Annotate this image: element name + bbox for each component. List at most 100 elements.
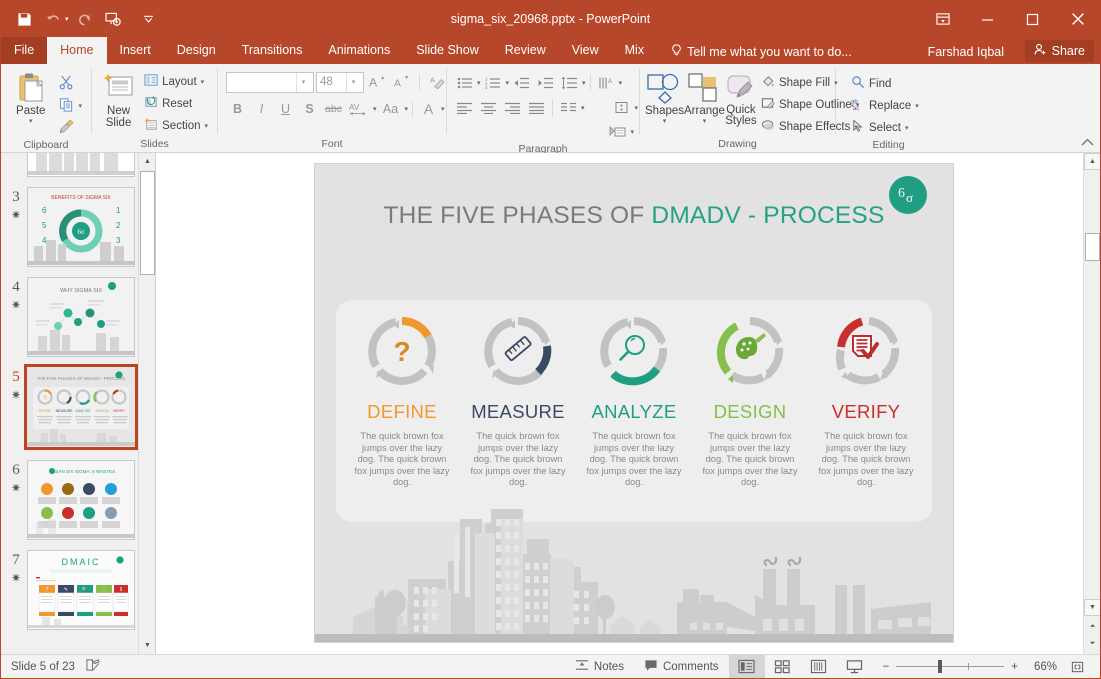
underline-button[interactable]: U (274, 98, 297, 120)
layout-button[interactable]: Layout ▾ (140, 71, 212, 92)
thumbnail-scrollbar[interactable]: ▲ ▼ (138, 153, 155, 654)
align-text-dropdown-icon[interactable]: ▾ (635, 104, 639, 112)
scroll-up-icon[interactable]: ▲ (1084, 153, 1100, 170)
tab-review[interactable]: Review (492, 37, 559, 64)
shapes-dropdown-icon[interactable]: ▾ (663, 117, 667, 125)
slide-sorter-view-button[interactable] (765, 655, 801, 678)
close-button[interactable] (1055, 1, 1100, 37)
phase-verify[interactable]: VERIFY The quick brown fox jumps over th… (808, 306, 924, 522)
notes-button[interactable]: Notes (565, 655, 634, 678)
font-name-dropdown-icon[interactable]: ▾ (296, 73, 310, 92)
zoom-slider-handle[interactable] (938, 660, 942, 673)
section-dropdown-icon[interactable]: ▾ (204, 122, 208, 130)
align-text-button[interactable] (611, 97, 634, 118)
section-button[interactable]: Section ▾ (140, 115, 212, 136)
slide-show-view-button[interactable] (837, 655, 873, 678)
next-slide-icon[interactable]: ⏷ (1084, 635, 1100, 652)
thumbnail-preview[interactable]: DMAIC ?✎� (27, 550, 135, 630)
bullets-button[interactable] (453, 72, 476, 93)
normal-view-button[interactable] (729, 655, 765, 678)
reading-view-button[interactable] (801, 655, 837, 678)
tab-mix[interactable]: Mix (612, 37, 657, 64)
quick-styles-button[interactable]: Quick Styles (725, 69, 757, 127)
thumbnail-item[interactable]: 2 ✷ (1, 153, 156, 181)
phase-measure[interactable]: MEASURE The quick brown fox jumps over t… (460, 306, 576, 522)
comments-button[interactable]: Comments (634, 655, 729, 678)
select-button[interactable]: Select ▾ (847, 117, 923, 138)
scroll-down-icon[interactable]: ▼ (139, 637, 156, 654)
columns-dropdown-icon[interactable]: ▾ (581, 104, 585, 112)
arrange-button[interactable]: Arrange ▾ (684, 69, 725, 125)
text-shadow-button[interactable]: S (298, 98, 321, 120)
smartart-dropdown-icon[interactable]: ▾ (630, 128, 634, 136)
arrange-dropdown-icon[interactable]: ▾ (703, 117, 707, 125)
tab-insert[interactable]: Insert (107, 37, 164, 64)
thumbnail-preview[interactable]: THE FIVE PHASES OF DMADV - PROCESS ? (24, 364, 138, 450)
tell-me-search[interactable]: Tell me what you want to do... (657, 44, 862, 64)
font-color-dropdown-icon[interactable]: ▾ (441, 105, 445, 113)
zoom-level[interactable]: 66% (1025, 661, 1057, 673)
thumbnail-item[interactable]: 7 ✷ DMAIC (1, 544, 156, 634)
thumbnail-item-selected[interactable]: 5 ✷ THE FIVE PHASES OF DMADV - PROCESS (1, 361, 156, 454)
columns-button[interactable] (557, 97, 580, 118)
paste-dropdown-icon[interactable]: ▾ (29, 117, 33, 125)
copy-dropdown-icon[interactable]: ▾ (78, 102, 82, 110)
font-size-dropdown-icon[interactable]: ▾ (346, 73, 360, 92)
font-size-input[interactable]: 48 ▾ (316, 72, 364, 93)
scroll-down-icon[interactable]: ▼ (1084, 599, 1100, 616)
line-spacing-dropdown-icon[interactable]: ▾ (582, 79, 586, 87)
phase-define[interactable]: ? DEFINE The quick brown fox jumps over … (344, 306, 460, 522)
align-center-button[interactable] (477, 97, 500, 118)
redo-icon[interactable] (72, 7, 98, 31)
tab-view[interactable]: View (559, 37, 612, 64)
bullets-dropdown-icon[interactable]: ▾ (477, 79, 481, 87)
numbering-dropdown-icon[interactable]: ▾ (506, 79, 510, 87)
italic-button[interactable]: I (250, 98, 273, 120)
thumbnail-preview[interactable] (27, 153, 135, 177)
paste-button[interactable]: Paste ▾ (6, 69, 55, 125)
current-slide[interactable]: THE FIVE PHASES OF DMADV - PROCESS 6 σ (314, 163, 954, 643)
fit-slide-to-window-button[interactable] (1064, 660, 1090, 674)
save-icon[interactable] (11, 7, 37, 31)
text-direction-dropdown-icon[interactable]: ▾ (619, 79, 623, 87)
thumbnail-preview[interactable]: BENEFITS OF SIGMA SIX 6σ 654 123 (27, 187, 135, 267)
scroll-up-icon[interactable]: ▲ (139, 153, 156, 170)
thumbnail-preview[interactable]: LEAN SIX SIGMA: 8 WASTES (27, 460, 135, 540)
undo-icon[interactable] (40, 7, 66, 31)
tab-transitions[interactable]: Transitions (229, 37, 316, 64)
reset-button[interactable]: Reset (140, 93, 212, 114)
slide-thumbnail-pane[interactable]: 2 ✷ (1, 153, 156, 654)
font-color-button[interactable]: A (417, 98, 440, 120)
line-spacing-button[interactable] (558, 72, 581, 93)
font-name-input[interactable]: ▾ (226, 72, 314, 93)
undo-dropdown-icon[interactable]: ▾ (65, 15, 69, 23)
slide-title[interactable]: THE FIVE PHASES OF DMADV - PROCESS (315, 202, 953, 230)
previous-slide-icon[interactable]: ⏶ (1084, 618, 1100, 635)
account-name[interactable]: Farshad Iqbal (928, 45, 1004, 59)
minimize-button[interactable] (965, 1, 1010, 37)
phase-analyze[interactable]: ANALYZE The quick brown fox jumps over t… (576, 306, 692, 522)
layout-dropdown-icon[interactable]: ▾ (201, 78, 205, 86)
copy-button[interactable]: ▾ (55, 95, 86, 116)
notes-page-icon[interactable] (85, 658, 101, 675)
new-slide-button[interactable]: New Slide (97, 69, 140, 129)
strikethrough-button[interactable]: abc (322, 98, 345, 120)
thumbnail-item[interactable]: 4 ✷ WHY SIGMA SIX (1, 271, 156, 361)
thumbnail-item[interactable]: 3 ✷ BENEFITS OF SIGMA SIX 6σ 654 (1, 181, 156, 271)
numbering-button[interactable]: 123 (482, 72, 505, 93)
character-spacing-dropdown-icon[interactable]: ▾ (373, 105, 377, 113)
convert-to-smartart-button[interactable] (606, 121, 629, 142)
justify-button[interactable] (525, 97, 548, 118)
find-button[interactable]: Find (847, 73, 923, 94)
increase-indent-button[interactable] (534, 72, 557, 93)
clear-formatting-button[interactable]: A (425, 71, 448, 93)
tab-animations[interactable]: Animations (315, 37, 403, 64)
shapes-button[interactable]: Shapes ▾ (645, 69, 684, 125)
tab-slide-show[interactable]: Slide Show (403, 37, 492, 64)
tab-home[interactable]: Home (47, 37, 106, 64)
change-case-button[interactable]: Aa (378, 98, 404, 120)
format-painter-button[interactable] (55, 117, 86, 138)
share-button[interactable]: Share (1025, 40, 1094, 62)
thumbnail-preview[interactable]: WHY SIGMA SIX (27, 277, 135, 357)
character-spacing-button[interactable]: AV (346, 98, 372, 120)
